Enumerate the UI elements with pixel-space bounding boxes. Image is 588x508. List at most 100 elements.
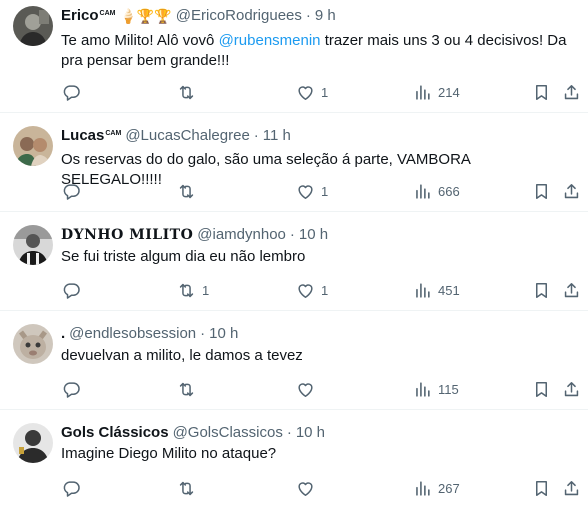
user-handle[interactable]: @endlesobsession — [69, 324, 196, 344]
reply-button[interactable] — [62, 478, 87, 498]
reply-button[interactable] — [62, 379, 87, 399]
view-count: 451 — [438, 282, 460, 298]
tweet-endlesobsession[interactable]: . @endlesobsession · 10 h devuelvan a mi… — [0, 311, 588, 410]
separator-dot: · — [305, 7, 311, 24]
display-name[interactable]: Erico — [61, 6, 99, 26]
tweet-text: Te amo Milito! Alô vovô @rubensmenin tra… — [61, 31, 574, 71]
bookmark-button[interactable] — [532, 379, 551, 399]
bookmark-button[interactable] — [532, 478, 551, 498]
share-button[interactable] — [562, 82, 581, 102]
timestamp[interactable]: 11 h — [263, 126, 291, 146]
reply-feed: Erico CAM 🍦🏆🏆 @EricoRodriguees · 9 h Te a… — [0, 0, 588, 508]
like-button[interactable] — [296, 478, 321, 498]
tweet-lucas[interactable]: Lucas CAM @LucasChalegree · 11 h Os reser… — [0, 113, 588, 212]
like-button[interactable] — [296, 379, 321, 399]
tweet-text: devuelvan a milito, le damos a tevez — [61, 347, 303, 364]
share-icon — [562, 182, 581, 201]
bar-chart-icon — [413, 281, 432, 300]
like-count: 1 — [321, 84, 329, 100]
avatar[interactable] — [13, 6, 53, 46]
retweet-icon — [177, 380, 196, 399]
tweet-text-before: Te amo Milito! Alô vovô — [61, 32, 219, 49]
display-name[interactable]: Gols Clássicos — [61, 423, 169, 443]
display-name[interactable]: . — [61, 324, 65, 344]
timestamp[interactable]: 10 h — [299, 225, 328, 245]
reply-button[interactable] — [62, 82, 87, 102]
tweet-erico[interactable]: Erico CAM 🍦🏆🏆 @EricoRodriguees · 9 h Te a… — [0, 0, 588, 113]
views-button[interactable]: 267 — [413, 478, 460, 498]
views-button[interactable]: 451 — [413, 280, 460, 300]
share-button[interactable] — [562, 181, 581, 201]
bookmark-icon — [532, 83, 551, 102]
bookmark-icon — [532, 182, 551, 201]
retweet-button[interactable]: 1 — [177, 280, 209, 300]
timestamp[interactable]: 9 h — [315, 6, 336, 26]
reply-icon — [62, 380, 81, 399]
retweet-count: 1 — [202, 282, 210, 298]
action-bar: 267 — [0, 478, 588, 498]
display-name[interactable]: DYNHO MILITO — [61, 225, 193, 245]
bar-chart-icon — [413, 182, 432, 201]
reply-icon — [62, 281, 81, 300]
like-button[interactable]: 1 — [296, 181, 328, 201]
bookmark-icon — [532, 380, 551, 399]
reply-icon — [62, 83, 81, 102]
like-button[interactable]: 1 — [296, 82, 328, 102]
action-bar: 1 214 — [0, 82, 588, 102]
retweet-icon — [177, 182, 196, 201]
user-handle[interactable]: @iamdynhoo — [197, 225, 286, 245]
action-bar: 1 1 451 — [0, 280, 588, 300]
heart-icon — [296, 281, 315, 300]
timestamp[interactable]: 10 h — [296, 423, 325, 443]
heart-icon — [296, 83, 315, 102]
tweet-dynho[interactable]: DYNHO MILITO @iamdynhoo · 10 h Se fui tr… — [0, 212, 588, 311]
share-button[interactable] — [562, 280, 581, 300]
share-icon — [562, 380, 581, 399]
views-button[interactable]: 115 — [413, 379, 459, 399]
bookmark-button[interactable] — [532, 181, 551, 201]
bookmark-button[interactable] — [532, 280, 551, 300]
retweet-icon — [177, 83, 196, 102]
view-count: 115 — [438, 381, 459, 397]
views-button[interactable]: 666 — [413, 181, 460, 201]
bookmark-icon — [532, 281, 551, 300]
retweet-button[interactable] — [177, 478, 202, 498]
share-icon — [562, 281, 581, 300]
share-icon — [562, 479, 581, 498]
separator-dot: · — [200, 325, 206, 342]
user-handle[interactable]: @EricoRodriguees — [176, 6, 302, 26]
mention-link[interactable]: @rubensmenin — [219, 32, 321, 49]
display-name[interactable]: Lucas — [61, 126, 104, 146]
share-button[interactable] — [562, 379, 581, 399]
reply-icon — [62, 479, 81, 498]
name-superscript: CAM — [105, 129, 122, 137]
heart-icon — [296, 182, 315, 201]
avatar[interactable] — [13, 324, 53, 364]
avatar[interactable] — [13, 126, 53, 166]
avatar[interactable] — [13, 225, 53, 265]
heart-icon — [296, 479, 315, 498]
share-button[interactable] — [562, 478, 581, 498]
bar-chart-icon — [413, 83, 432, 102]
retweet-icon — [177, 281, 196, 300]
share-icon — [562, 83, 581, 102]
reply-button[interactable] — [62, 181, 87, 201]
bookmark-button[interactable] — [532, 82, 551, 102]
name-superscript: CAM — [99, 9, 116, 17]
retweet-button[interactable] — [177, 379, 202, 399]
separator-dot: · — [286, 424, 292, 441]
tweet-gols-classicos[interactable]: Gols Clássicos @GolsClassicos · 10 h Ima… — [0, 410, 588, 508]
separator-dot: · — [289, 226, 295, 243]
avatar[interactable] — [13, 423, 53, 463]
retweet-button[interactable] — [177, 82, 202, 102]
user-handle[interactable]: @GolsClassicos — [173, 423, 283, 443]
retweet-icon — [177, 479, 196, 498]
timestamp[interactable]: 10 h — [209, 324, 238, 344]
views-button[interactable]: 214 — [413, 82, 460, 102]
like-button[interactable]: 1 — [296, 280, 328, 300]
reply-button[interactable] — [62, 280, 87, 300]
bookmark-icon — [532, 479, 551, 498]
bar-chart-icon — [413, 479, 432, 498]
user-handle[interactable]: @LucasChalegree — [125, 126, 249, 146]
retweet-button[interactable] — [177, 181, 202, 201]
